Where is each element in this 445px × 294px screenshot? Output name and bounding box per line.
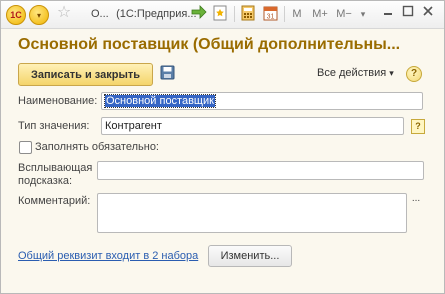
all-actions-label: Все действия	[317, 67, 387, 79]
name-field[interactable]: Основной поставщик	[101, 92, 423, 110]
comment-label: Комментарий:	[18, 195, 91, 207]
title-bar: 1С ▾ ☆ О... (1С:Предприя... 31 M M+ M− ▾	[1, 1, 444, 29]
memory-minus-button[interactable]: M−	[334, 5, 354, 23]
close-icon[interactable]	[420, 5, 436, 23]
window-title-app: (1С:Предприя...	[116, 8, 197, 20]
name-label: Наименование:	[18, 95, 98, 107]
calendar-day: 31	[266, 14, 274, 21]
comment-more-button[interactable]: ...	[409, 194, 423, 208]
save-disk-icon[interactable]	[160, 65, 175, 80]
favorite-star-icon[interactable]: ☆	[55, 4, 73, 22]
tooltip-label-line2: подсказка:	[18, 175, 73, 187]
memory-dropdown-icon[interactable]: ▾	[357, 5, 369, 23]
memory-plus-button[interactable]: M+	[310, 5, 330, 23]
form-header-title: Основной поставщик (Общий дополнительны.…	[18, 36, 401, 53]
chevron-down-icon: ▾	[389, 68, 394, 78]
tooltip-field[interactable]	[97, 161, 424, 180]
value-type-field[interactable]: Контрагент	[101, 117, 404, 135]
bookmark-icon[interactable]	[212, 5, 228, 23]
minimize-icon[interactable]	[380, 5, 396, 23]
calendar-icon[interactable]: 31	[262, 5, 278, 23]
value-type-help-icon[interactable]: ?	[411, 119, 425, 134]
calculator-icon[interactable]	[240, 5, 256, 23]
all-actions-menu[interactable]: Все действия ▾	[317, 67, 394, 81]
tooltip-label-line1: Всплывающая	[18, 162, 93, 174]
name-value: Основной поставщик	[104, 94, 216, 108]
required-checkbox[interactable]	[19, 141, 32, 154]
arrow-right-icon[interactable]	[191, 5, 207, 23]
toolbar-separator	[234, 6, 235, 22]
value-type-label: Тип значения:	[18, 120, 90, 132]
1c-logo-icon[interactable]: 1С	[6, 5, 26, 25]
memory-m-button[interactable]: M	[290, 5, 304, 23]
maximize-icon[interactable]	[400, 5, 416, 23]
comment-field[interactable]	[97, 193, 407, 233]
sets-link[interactable]: Общий реквизит входит в 2 набора	[18, 250, 198, 262]
main-menu-icon[interactable]: ▾	[29, 5, 49, 25]
required-label: Заполнять обязательно:	[35, 141, 159, 153]
window-title-short: О...	[91, 8, 109, 20]
tooltip-label: Всплывающая подсказка:	[18, 162, 92, 188]
value-type-value: Контрагент	[105, 120, 162, 132]
save-and-close-button[interactable]: Записать и закрыть	[18, 63, 153, 86]
help-icon[interactable]: ?	[406, 66, 422, 82]
form-window: 1С ▾ ☆ О... (1С:Предприя... 31 M M+ M− ▾	[0, 0, 445, 294]
toolbar-separator	[284, 6, 285, 22]
change-button[interactable]: Изменить...	[208, 245, 292, 267]
